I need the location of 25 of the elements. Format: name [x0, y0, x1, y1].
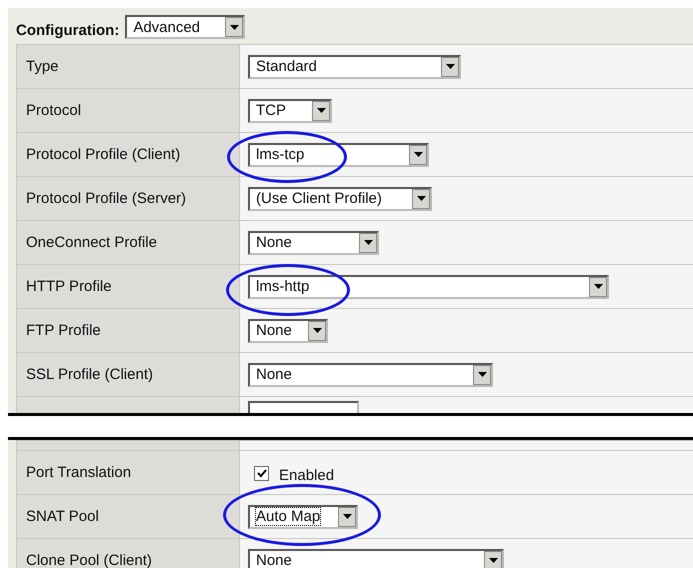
field-label: SNAT Pool	[17, 495, 240, 538]
field-label: Clone Pool (Client)	[17, 539, 240, 568]
dropdown-select[interactable]: lms-http	[248, 274, 609, 298]
dropdown-select[interactable]: None	[248, 318, 328, 342]
dropdown-select[interactable]: Auto Map	[248, 504, 358, 528]
field-label: OneConnect Profile	[17, 221, 240, 264]
field-label: Protocol Profile (Client)	[17, 133, 240, 176]
field-label: Type	[17, 45, 240, 88]
configuration-select[interactable]: Advanced	[125, 15, 246, 39]
dropdown-select[interactable]: (Use Client Profile)	[248, 186, 432, 210]
field-label: HTTP Profile	[17, 265, 240, 308]
dropdown-select[interactable]: None	[248, 230, 379, 254]
dropdown-select[interactable]: Standard	[248, 54, 461, 78]
checkbox-label: Enabled	[279, 466, 334, 484]
dropdown-select[interactable]: TCP	[248, 98, 332, 122]
dropdown-select[interactable]: None	[248, 362, 493, 386]
dropdown-select[interactable]: None	[248, 548, 504, 568]
field-label: Protocol Profile (Server)	[17, 177, 240, 220]
configuration-label: Configuration:	[16, 20, 120, 38]
dropdown-select[interactable]: lms-tcp	[248, 142, 429, 166]
checkbox[interactable]	[254, 466, 269, 481]
field-label: Port Translation	[17, 451, 240, 494]
field-label: Protocol	[17, 89, 240, 132]
field-label: FTP Profile	[17, 309, 240, 352]
field-label: SSL Profile (Client)	[17, 353, 240, 396]
